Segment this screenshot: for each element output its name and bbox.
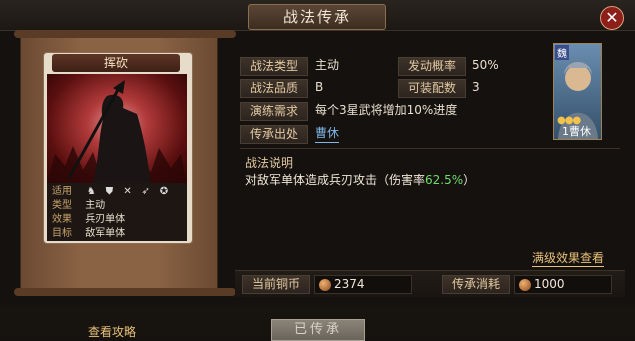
description-text: 对敌军单体造成兵刃攻击（伤害率62.5%） xyxy=(245,173,476,187)
practice-value: 每个3星武将增加10%进度 xyxy=(315,103,458,117)
scroll-rod-top xyxy=(14,30,236,38)
copper-label: 当前铜币 xyxy=(242,275,310,294)
info-row-applicable: 适用 ♞ ⛊ ✕ ➶ ✪ xyxy=(52,185,173,199)
rate-label: 发动概率 xyxy=(398,57,466,76)
cost-field: 1000 xyxy=(514,275,612,294)
tactic-info: 适用 ♞ ⛊ ✕ ➶ ✪ 类型 主动 效果 兵刃单体 目标 敌军单体 xyxy=(47,183,187,241)
info-key-applicable: 适用 xyxy=(52,186,72,197)
type-value: 主动 xyxy=(315,58,340,72)
info-row-type: 类型 主动 xyxy=(52,200,106,211)
copper-coin-icon xyxy=(519,278,531,291)
full-effect-link[interactable]: 满级效果查看 xyxy=(532,249,605,267)
view-strategy-link[interactable]: 查看攻略 xyxy=(88,323,136,340)
wheel-icon: ✪ xyxy=(159,186,169,197)
bow-icon: ➶ xyxy=(141,186,150,197)
shield-icon: ⛊ xyxy=(105,186,114,197)
tactic-name: 挥砍 xyxy=(52,54,180,72)
source-label: 传承出处 xyxy=(240,125,308,144)
info-row-target: 目标 敌军单体 xyxy=(52,228,126,239)
divider xyxy=(240,148,620,149)
tactic-art xyxy=(47,74,187,184)
hero-name: 1曹休 xyxy=(562,125,591,138)
rate-value: 50% xyxy=(472,58,499,72)
scroll-rod-bottom xyxy=(14,288,236,296)
practice-label: 演练需求 xyxy=(240,102,308,121)
inherit-button[interactable]: 已传承 xyxy=(271,319,365,341)
info-row-effect: 效果 兵刃单体 xyxy=(52,214,126,225)
slots-label: 可装配数 xyxy=(398,79,466,98)
cavalry-icon: ♞ xyxy=(86,186,96,197)
copper-coin-icon xyxy=(319,278,331,291)
window-title: 战法传承 xyxy=(248,4,386,30)
damage-rate: 62.5% xyxy=(425,173,464,187)
description-title: 战法说明 xyxy=(245,156,294,170)
type-label: 战法类型 xyxy=(240,57,308,76)
cost-label: 传承消耗 xyxy=(442,275,510,294)
crossed-swords-icon: ✕ xyxy=(123,186,132,197)
copper-field: 2374 xyxy=(314,275,412,294)
quality-label: 战法品质 xyxy=(240,79,308,98)
slots-value: 3 xyxy=(472,80,480,94)
quality-value: B xyxy=(315,80,324,94)
source-hero-link[interactable]: 曹休 xyxy=(315,125,340,143)
faction-badge: 魏 xyxy=(555,45,569,60)
close-button[interactable]: ✕ xyxy=(600,6,624,30)
warrior-silhouette xyxy=(47,80,187,184)
